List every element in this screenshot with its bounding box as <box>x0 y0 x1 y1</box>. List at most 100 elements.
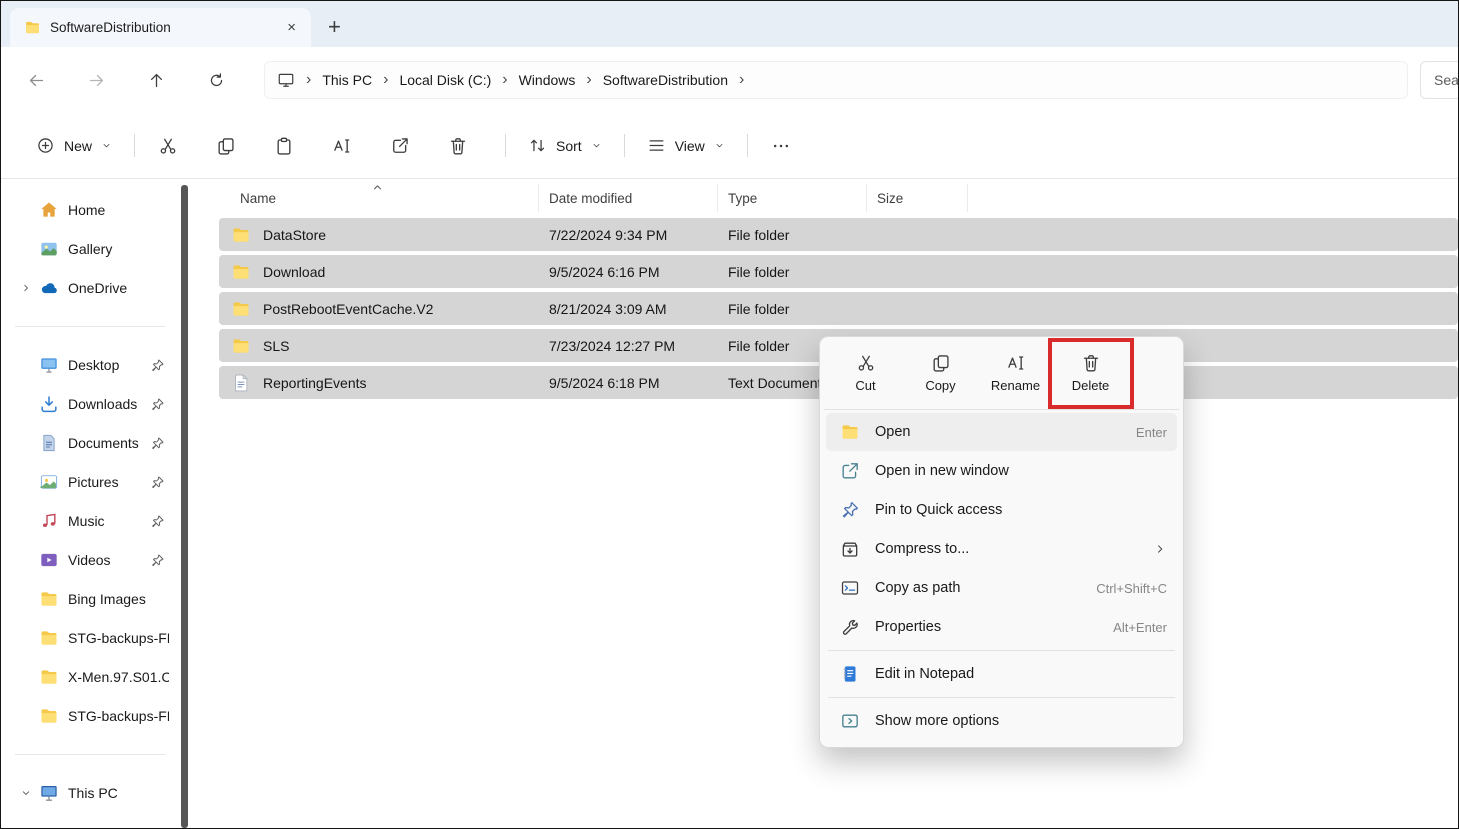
tab-softwaredistribution[interactable]: SoftwareDistribution × <box>10 8 311 47</box>
sidebar-divider <box>15 326 165 327</box>
menu-divider <box>828 697 1175 698</box>
sidebar-item-desktop[interactable]: Desktop <box>5 346 173 384</box>
chevron-down-icon <box>101 140 112 151</box>
forward-button[interactable] <box>74 60 118 100</box>
context-cut-button[interactable]: Cut <box>832 344 899 402</box>
menu-item-open-in-new-window[interactable]: Open in new window <box>826 452 1177 490</box>
sidebar-item-downloads[interactable]: Downloads <box>5 385 173 423</box>
copy-button[interactable] <box>204 126 248 166</box>
menu-item-copy-as-path[interactable]: Copy as path Ctrl+Shift+C <box>826 569 1177 607</box>
toolbar-divider <box>624 134 625 157</box>
chevron-right-icon[interactable] <box>15 279 37 297</box>
breadcrumb[interactable]: ›This PC›Local Disk (C:)›Windows›Softwar… <box>264 61 1408 99</box>
refresh-button[interactable] <box>194 60 238 100</box>
sidebar-item-onedrive[interactable]: OneDrive <box>5 269 173 307</box>
paste-button[interactable] <box>262 126 306 166</box>
sort-ascending-icon <box>371 181 384 194</box>
file-row-postrebooteventcache-v2[interactable]: PostRebootEventCache.V2 8/21/2024 3:09 A… <box>219 292 1458 325</box>
sidebar-scrollbar[interactable] <box>181 185 188 828</box>
desktop-icon <box>39 355 59 375</box>
share-button[interactable] <box>378 126 422 166</box>
open-new-window-icon <box>840 461 860 481</box>
breadcrumb-item-local-disk-c[interactable]: Local Disk (C:) <box>399 72 491 88</box>
more-options-button[interactable] <box>759 126 803 166</box>
menu-item-compress-to[interactable]: Compress to... <box>826 530 1177 568</box>
file-date-modified: 8/21/2024 3:09 AM <box>539 292 718 325</box>
file-row-datastore[interactable]: DataStore 7/22/2024 9:34 PM File folder <box>219 218 1458 251</box>
sidebar-item-label: Videos <box>68 552 150 568</box>
column-header-name[interactable]: Name <box>219 184 539 212</box>
new-button[interactable]: New <box>25 126 123 166</box>
context-copy-button[interactable]: Copy <box>907 344 974 402</box>
new-button-label: New <box>64 138 92 154</box>
sidebar-item-this-pc[interactable]: This PC <box>5 774 173 812</box>
pc-icon <box>39 783 59 803</box>
new-tab-button[interactable]: + <box>328 16 341 38</box>
cut-icon <box>158 136 178 156</box>
up-button[interactable] <box>134 60 178 100</box>
context-delete-button[interactable]: Delete <box>1057 344 1124 402</box>
search-input[interactable]: Sea <box>1420 61 1459 99</box>
file-row-download[interactable]: Download 9/5/2024 6:16 PM File folder <box>219 255 1458 288</box>
music-icon <box>39 511 59 531</box>
sidebar-item-gallery[interactable]: Gallery <box>5 230 173 268</box>
column-header-type[interactable]: Type <box>718 184 867 212</box>
sidebar-item-videos[interactable]: Videos <box>5 541 173 579</box>
sidebar-item-documents[interactable]: Documents <box>5 424 173 462</box>
sidebar-divider <box>15 754 165 755</box>
sidebar-item-x-men-97-s01-cc[interactable]: X-Men.97.S01.CC <box>5 658 173 696</box>
menu-item-label: Edit in Notepad <box>875 666 1167 682</box>
chevron-down-icon[interactable] <box>15 784 37 802</box>
sort-icon <box>528 136 547 155</box>
pictures-icon <box>39 472 59 492</box>
rename-icon <box>332 136 352 156</box>
sidebar-item-bing-images[interactable]: Bing Images <box>5 580 173 618</box>
view-button[interactable]: View <box>636 126 736 166</box>
sidebar-item-stg-backups-ff[interactable]: STG-backups-FF <box>5 697 173 735</box>
sidebar-item-music[interactable]: Music <box>5 502 173 540</box>
properties-icon <box>840 617 860 637</box>
sidebar-item-label: Desktop <box>68 357 150 373</box>
delete-icon <box>1081 353 1101 373</box>
tab-close-icon[interactable]: × <box>280 19 303 36</box>
folder-icon <box>231 262 251 282</box>
menu-item-open[interactable]: Open Enter <box>826 413 1177 451</box>
breadcrumb-item-this-pc[interactable]: This PC <box>322 72 372 88</box>
column-header-size[interactable]: Size <box>867 184 968 212</box>
sidebar-item-label: Music <box>68 513 150 529</box>
column-header-row: NameDate modifiedTypeSize <box>219 184 1458 212</box>
column-header-date-modified[interactable]: Date modified <box>539 184 718 212</box>
main-area: Home GalleryOneDrive Desktop DownloadsDocum… <box>1 180 1458 828</box>
back-button[interactable] <box>14 60 58 100</box>
menu-item-properties[interactable]: Properties Alt+Enter <box>826 608 1177 646</box>
quick-action-label: Rename <box>991 378 1040 393</box>
delete-button[interactable] <box>436 126 480 166</box>
context-rename-button[interactable]: Rename <box>982 344 1049 402</box>
breadcrumb-item-windows[interactable]: Windows <box>519 72 576 88</box>
this-pc-icon <box>277 71 295 89</box>
sort-button[interactable]: Sort <box>517 126 613 166</box>
breadcrumb-item-softwaredistribution[interactable]: SoftwareDistribution <box>603 72 728 88</box>
copy-icon <box>931 353 951 373</box>
file-name: SLS <box>263 338 289 354</box>
chevron-right-icon: › <box>491 71 518 89</box>
forward-icon <box>87 71 106 90</box>
home-icon <box>39 200 59 220</box>
menu-item-pin-to-quick-access[interactable]: Pin to Quick access <box>826 491 1177 529</box>
file-type: File folder <box>718 292 867 325</box>
menu-item-label: Pin to Quick access <box>875 502 1167 518</box>
gallery-icon <box>39 239 59 259</box>
cut-button[interactable] <box>146 126 190 166</box>
file-name: ReportingEvents <box>263 375 367 391</box>
quick-action-label: Copy <box>925 378 955 393</box>
show-more-icon <box>840 711 860 731</box>
sidebar-item-home[interactable]: Home <box>5 191 173 229</box>
sidebar-item-label: Home <box>68 202 169 218</box>
menu-item-show-more-options[interactable]: Show more options <box>826 702 1177 740</box>
sidebar-item-pictures[interactable]: Pictures <box>5 463 173 501</box>
folder-icon <box>840 422 860 442</box>
rename-button[interactable] <box>320 126 364 166</box>
pin-icon <box>150 436 165 451</box>
sidebar-item-stg-backups-ff[interactable]: STG-backups-FF <box>5 619 173 657</box>
menu-item-edit-in-notepad[interactable]: Edit in Notepad <box>826 655 1177 693</box>
